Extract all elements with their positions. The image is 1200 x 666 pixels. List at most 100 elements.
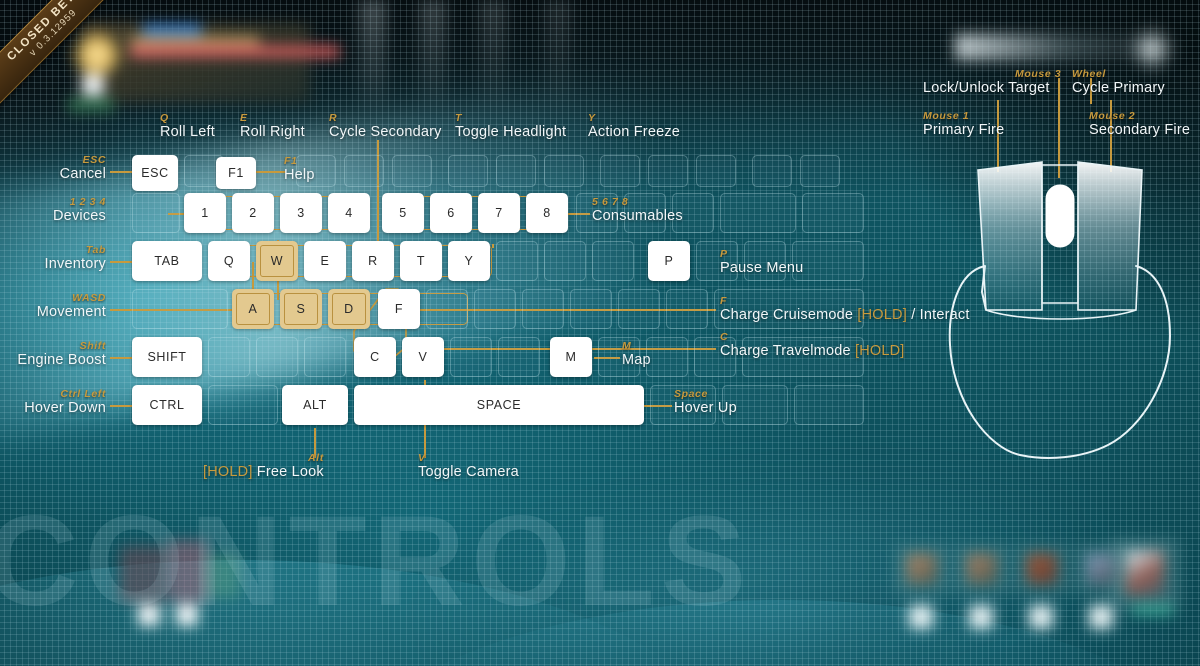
key-alt[interactable]: ALT xyxy=(282,385,348,425)
binding-action: Roll Left xyxy=(160,124,215,140)
key-q[interactable]: Q xyxy=(208,241,250,281)
binding-key: 1 2 3 4 xyxy=(69,196,106,208)
key-dim xyxy=(450,337,492,377)
binding-action: Movement xyxy=(36,304,106,320)
background-hud-top-center xyxy=(330,0,660,110)
key-tab[interactable]: TAB xyxy=(132,241,202,281)
leader-tab xyxy=(110,261,134,263)
binding-action: Hover Up xyxy=(674,400,737,416)
binding-free-look: Alt [HOLD] Free Look xyxy=(203,452,324,480)
binding-action: Pause Menu xyxy=(720,260,804,276)
key-f1[interactable]: F1 xyxy=(216,157,256,189)
key-8[interactable]: 8 xyxy=(526,193,568,233)
key-esc[interactable]: ESC xyxy=(132,155,178,191)
planet-arc-right xyxy=(330,600,1200,666)
key-d[interactable]: D xyxy=(328,289,370,329)
binding-key: Alt xyxy=(308,452,324,464)
binding-map: M Map xyxy=(622,340,651,368)
key-space[interactable]: SPACE xyxy=(354,385,644,425)
binding-key: E xyxy=(240,112,248,124)
key-dim xyxy=(474,289,516,329)
mouse-diagram xyxy=(948,161,1172,459)
binding-key: Y xyxy=(588,112,596,124)
key-dim xyxy=(448,155,488,187)
key-7[interactable]: 7 xyxy=(478,193,520,233)
key-dim xyxy=(800,155,840,187)
key-4[interactable]: 4 xyxy=(328,193,370,233)
leader-shift xyxy=(110,357,134,359)
leader-f1 xyxy=(254,171,286,173)
binding-action-row: Charge Cruisemode [HOLD] / Interact xyxy=(720,307,970,323)
key-dim xyxy=(720,193,796,233)
binding-key: M xyxy=(622,340,632,352)
binding-charge-cruisemode: F Charge Cruisemode [HOLD] / Interact xyxy=(720,295,970,323)
binding-key: Tab xyxy=(85,244,106,256)
key-dim xyxy=(570,289,612,329)
key-ctrl[interactable]: CTRL xyxy=(132,385,202,425)
key-dim xyxy=(496,241,538,281)
key-dim xyxy=(208,337,250,377)
binding-action: Roll Right xyxy=(240,124,305,140)
binding-roll-right: E Roll Right xyxy=(240,112,305,140)
binding-action: Lock/Unlock Target xyxy=(923,80,1050,96)
closed-beta-ribbon: CLOSED BETA v 0.3.12959 xyxy=(0,0,137,116)
key-dim xyxy=(498,337,540,377)
key-dim xyxy=(648,155,688,187)
binding-action: Primary Fire xyxy=(923,122,1005,138)
key-3[interactable]: 3 xyxy=(280,193,322,233)
key-dim xyxy=(496,155,536,187)
binding-action: Toggle Headlight xyxy=(455,124,567,140)
binding-key: Q xyxy=(160,112,169,124)
key-e[interactable]: E xyxy=(304,241,346,281)
binding-action: Help xyxy=(284,167,315,183)
key-r[interactable]: R xyxy=(352,241,394,281)
binding-key: WASD xyxy=(72,292,106,304)
binding-key: P xyxy=(720,248,728,260)
hold-badge: [HOLD] xyxy=(203,464,253,480)
light-sweep xyxy=(0,36,835,444)
key-6[interactable]: 6 xyxy=(430,193,472,233)
key-5[interactable]: 5 xyxy=(382,193,424,233)
binding-action-row: [HOLD] Free Look xyxy=(203,464,324,480)
key-dim xyxy=(304,337,346,377)
key-dim xyxy=(392,155,432,187)
binding-help: F1 Help xyxy=(284,155,315,183)
binding-key: 5 6 7 8 xyxy=(592,196,629,208)
binding-action: Toggle Camera xyxy=(418,464,519,480)
binding-action: Cycle Primary xyxy=(1072,80,1165,96)
binding-lock-unlock-target: Mouse 3 Lock/Unlock Target xyxy=(923,68,1061,96)
key-2[interactable]: 2 xyxy=(232,193,274,233)
binding-key: Mouse 3 xyxy=(1015,68,1062,80)
binding-action: Hover Down xyxy=(24,400,106,416)
binding-action: Cycle Secondary xyxy=(329,124,442,140)
key-y[interactable]: Y xyxy=(448,241,490,281)
key-p[interactable]: P xyxy=(648,241,690,281)
binding-hover-up: Space Hover Up xyxy=(674,388,737,416)
key-s[interactable]: S xyxy=(280,289,322,329)
binding-action: Cancel xyxy=(59,166,106,182)
binding-action-freeze: Y Action Freeze xyxy=(588,112,680,140)
key-t[interactable]: T xyxy=(400,241,442,281)
key-f[interactable]: F xyxy=(378,289,420,329)
binding-key: Shift xyxy=(79,340,106,352)
key-dim xyxy=(794,385,864,425)
binding-key: F1 xyxy=(284,155,298,167)
key-1[interactable]: 1 xyxy=(184,193,226,233)
binding-cycle-primary: Wheel Cycle Primary xyxy=(1072,68,1165,96)
key-a[interactable]: A xyxy=(232,289,274,329)
binding-key: Ctrl Left xyxy=(60,388,106,400)
binding-key: F xyxy=(720,295,728,307)
key-dim xyxy=(666,289,708,329)
key-dim xyxy=(544,241,586,281)
key-m[interactable]: M xyxy=(550,337,592,377)
binding-key: T xyxy=(455,112,463,124)
page-title-watermark: CONTROLS xyxy=(0,490,753,633)
key-shift[interactable]: SHIFT xyxy=(132,337,202,377)
binding-consumables: 5 6 7 8 Consumables xyxy=(592,196,683,224)
key-c[interactable]: C xyxy=(354,337,396,377)
background-hud-bottom-left xyxy=(120,536,250,626)
key-w[interactable]: W xyxy=(256,241,298,281)
binding-key: C xyxy=(720,331,729,343)
hold-badge: [HOLD] xyxy=(857,307,907,323)
key-v[interactable]: V xyxy=(402,337,444,377)
